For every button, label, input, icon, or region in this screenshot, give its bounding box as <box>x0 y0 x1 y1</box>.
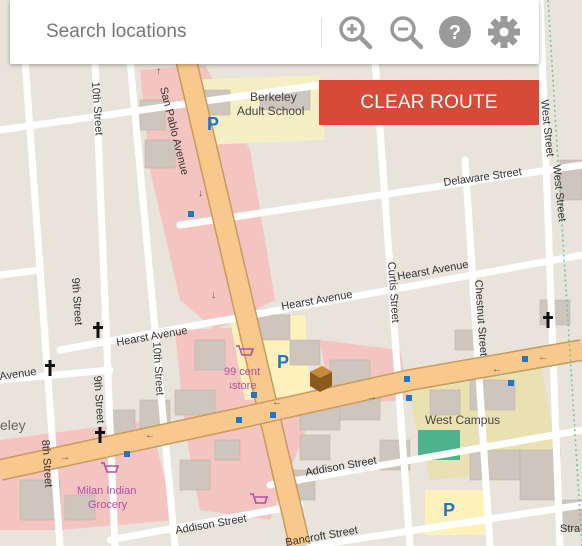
bus-stop-icon <box>236 417 242 423</box>
place-label: 99 cent <box>224 366 260 378</box>
search-input[interactable] <box>10 0 320 64</box>
clear-route-button[interactable]: CLEAR ROUTE <box>319 80 539 125</box>
svg-text:←: ← <box>145 430 155 441</box>
place-label: Adult School <box>237 104 304 118</box>
map-toolbar: ? <box>10 0 539 64</box>
place-label: Berkeley <box>250 90 297 104</box>
svg-text:←: ← <box>272 397 282 408</box>
bus-stop-icon <box>404 376 410 382</box>
help-button[interactable]: ? <box>437 14 473 50</box>
toolbar-divider <box>321 18 322 48</box>
svg-text:←: ← <box>538 352 548 363</box>
settings-button[interactable] <box>486 14 522 50</box>
bus-stop-icon <box>188 211 194 217</box>
bus-stop-icon <box>508 380 514 386</box>
svg-text:→: → <box>367 392 377 403</box>
question-icon: ? <box>439 16 471 48</box>
bus-stop-icon <box>124 451 130 457</box>
gear-icon <box>488 16 520 48</box>
svg-text:↓: ↓ <box>211 290 216 301</box>
bus-stop-icon <box>522 356 528 362</box>
bus-stop-icon <box>251 392 257 398</box>
parking-icon: P <box>207 114 219 134</box>
place-label: West Campus <box>425 413 500 427</box>
place-label: Milan Indian <box>77 485 136 497</box>
zoom-in-icon <box>339 16 373 50</box>
street-label: Stra <box>560 523 581 535</box>
zoom-out-icon <box>390 16 424 50</box>
parking-icon: P <box>443 500 455 520</box>
svg-text:←: ← <box>492 364 502 375</box>
street-label: eley <box>0 417 26 433</box>
zoom-in-button[interactable] <box>337 14 373 50</box>
bus-stop-icon <box>406 395 412 401</box>
zoom-out-button[interactable] <box>388 14 424 50</box>
svg-text:↑: ↑ <box>156 66 161 77</box>
svg-text:→: → <box>60 452 70 463</box>
bus-stop-icon <box>270 412 276 418</box>
place-label: store <box>232 380 256 392</box>
parking-icon: P <box>277 352 289 372</box>
svg-text:?: ? <box>449 22 461 44</box>
place-label: Grocery <box>88 499 128 511</box>
svg-text:↓: ↓ <box>198 188 203 199</box>
